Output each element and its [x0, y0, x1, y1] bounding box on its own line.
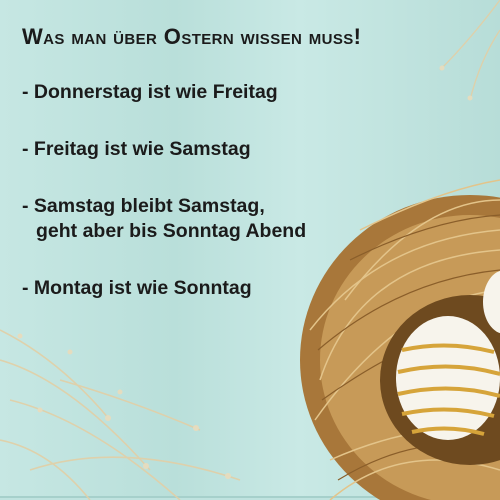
- page-title: Was man über Ostern wissen muss!: [22, 24, 362, 49]
- list-item-text: - Donnerstag ist wie Freitag: [22, 81, 278, 103]
- dried-flowers-icon: [0, 329, 241, 500]
- list-item: - Montag ist wie Sonntag: [22, 276, 422, 301]
- list-item-text: - Freitag ist wie Samstag: [22, 138, 251, 160]
- list-item-text: - Montag ist wie Sonntag: [22, 277, 252, 299]
- list-item: - Donnerstag ist wie Freitag: [22, 80, 422, 105]
- easter-card: Was man über Ostern wissen muss! - Donne…: [0, 0, 500, 500]
- easter-rules-list: - Donnerstag ist wie Freitag - Freitag i…: [22, 80, 422, 333]
- list-item: - Samstag bleibt Samstag, geht aber bis …: [22, 194, 422, 244]
- list-item: - Freitag ist wie Samstag: [22, 137, 422, 162]
- easter-egg-icon: [396, 316, 500, 440]
- list-item-continuation: geht aber bis Sonntag Abend: [36, 220, 307, 242]
- dried-flowers-icon: [439, 0, 500, 101]
- list-item-text: - Samstag bleibt Samstag,: [22, 195, 265, 217]
